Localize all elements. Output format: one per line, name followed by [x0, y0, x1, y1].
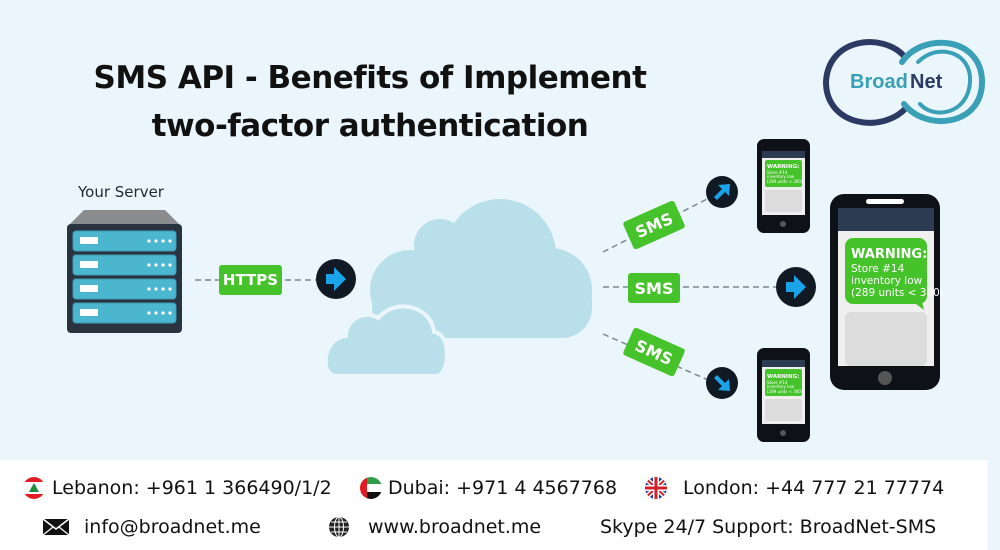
contact-london[interactable]: London: +44 777 21 77774 [643, 476, 944, 500]
big-phone-line-2: inventory low [851, 274, 923, 287]
top-phone-warning-body: Store #14 inventory low (289 units < 300… [767, 170, 803, 184]
big-phone-line-1: Store #14 [851, 263, 905, 275]
big-phone-warning-body: Store #14 inventory low (289 units < 300… [851, 263, 944, 299]
small-phone-top-icon [757, 139, 810, 233]
contact-lebanon[interactable]: Lebanon: +961 1 366490/1/2 [22, 476, 332, 500]
website-text: www.broadnet.me [368, 516, 542, 538]
skype-support[interactable]: Skype 24/7 Support: BroadNet-SMS [600, 516, 936, 538]
big-phone-warning-heading: WARNING: [851, 247, 928, 262]
diagram-graphics [195, 139, 940, 442]
email-text: info@broadnet.me [84, 516, 261, 538]
lebanon-flag-icon [23, 477, 45, 499]
https-arrow-icon [316, 259, 356, 299]
cloud-small-icon [323, 304, 449, 378]
sms-mid-arrow-icon [776, 267, 816, 307]
uk-flag-icon [645, 477, 667, 499]
email-link[interactable]: info@broadnet.me [42, 516, 261, 538]
skype-support-text: Skype 24/7 Support: BroadNet-SMS [600, 516, 937, 538]
globe-icon [329, 516, 349, 538]
sms-badge-middle: SMS [628, 273, 680, 303]
contact-lebanon-text: Lebanon: +961 1 366490/1/2 [52, 477, 332, 499]
uae-flag-icon [360, 477, 382, 499]
website-link[interactable]: www.broadnet.me [328, 516, 541, 538]
footer-edge-strip [988, 460, 1000, 550]
small-phone-bottom-icon [757, 348, 810, 442]
contact-dubai[interactable]: Dubai: +971 4 4567768 [358, 476, 617, 500]
bottom-phone-line-3: (289 units < 300) [767, 388, 803, 394]
bottom-phone-warning-body: Store #14 inventory low (289 units < 300… [767, 380, 803, 394]
sms-bot-arrow-icon [706, 367, 738, 399]
top-phone-line-3: (289 units < 300) [767, 178, 803, 184]
banner: SMS API - Benefits of Implement two-fact… [0, 0, 1000, 460]
envelope-icon [42, 518, 70, 536]
contact-dubai-text: Dubai: +971 4 4567768 [388, 477, 618, 499]
contact-footer: Lebanon: +961 1 366490/1/2 Dubai: +971 4… [0, 460, 1000, 550]
contact-london-text: London: +44 777 21 77774 [683, 477, 945, 499]
big-phone-line-3: (289 units < 300) [851, 286, 944, 299]
https-badge: HTTPS [219, 265, 282, 295]
sms-top-arrow-icon [706, 176, 738, 208]
